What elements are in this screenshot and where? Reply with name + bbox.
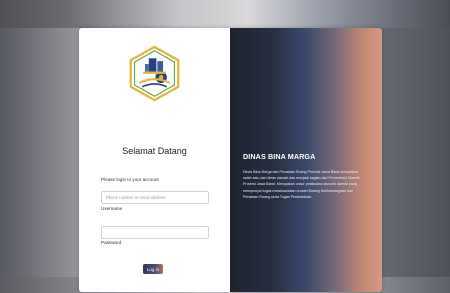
hexagon-emblem-icon <box>129 45 180 102</box>
password-input[interactable] <box>101 226 209 239</box>
password-label: Password <box>101 240 122 245</box>
brand-panel: DINAS BINA MARGA Dinas Bina Marga dan Pe… <box>230 28 382 292</box>
login-panel: Selamat Datang Please login to your acco… <box>79 28 230 292</box>
username-label: Username <box>101 206 123 211</box>
welcome-heading: Selamat Datang <box>122 146 187 156</box>
brand-title: DINAS BINA MARGA <box>243 152 316 161</box>
backdrop-top <box>0 0 450 28</box>
login-card: Selamat Datang Please login to your acco… <box>79 28 382 292</box>
login-prompt: Please login to your account <box>101 177 159 182</box>
username-input[interactable] <box>101 191 209 204</box>
login-button[interactable]: Log in <box>143 264 163 274</box>
brand-description: Dinas Bina Marga dan Penataan Ruang Prov… <box>243 170 360 199</box>
